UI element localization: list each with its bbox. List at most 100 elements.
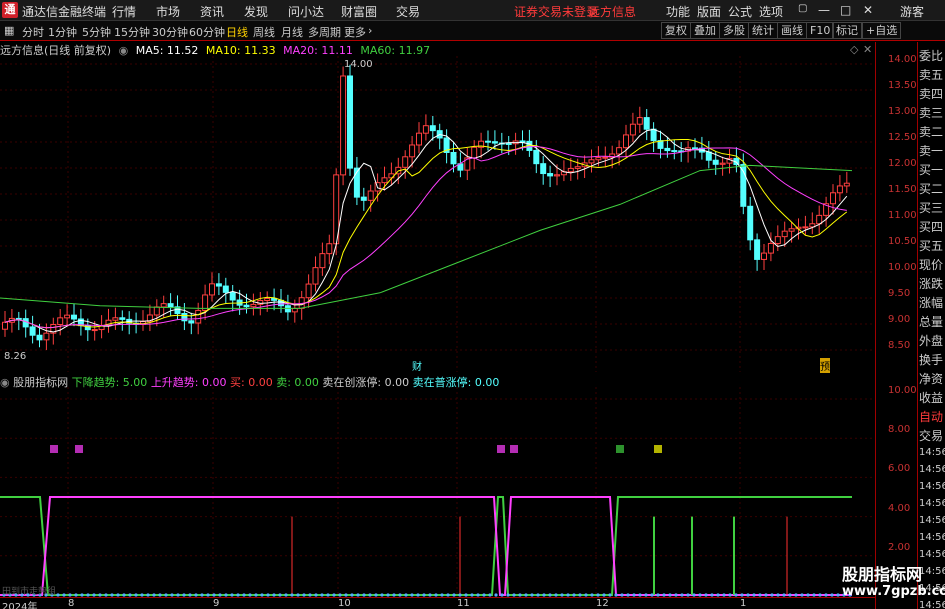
side-netasset[interactable]: 净资 xyxy=(919,370,943,387)
side-sell1[interactable]: 卖一 xyxy=(919,142,943,159)
side-weibi[interactable]: 委比 xyxy=(919,47,943,64)
marker-yu[interactable]: 预 xyxy=(820,358,830,373)
side-trade[interactable]: 交易 xyxy=(919,427,943,444)
more-chevron-icon[interactable]: › xyxy=(368,24,372,37)
side-price[interactable]: 现价 xyxy=(919,256,943,273)
candle-body xyxy=(153,306,160,316)
candle-body xyxy=(547,173,554,177)
side-turnover[interactable]: 换手 xyxy=(919,351,943,368)
side-buy3[interactable]: 买三 xyxy=(919,199,943,216)
btn-duogu[interactable]: 多股 xyxy=(719,22,749,39)
side-sell5[interactable]: 卖五 xyxy=(919,66,943,83)
side-auto[interactable]: 自动 xyxy=(919,408,943,425)
tab-multi[interactable]: 多周期 xyxy=(308,24,341,40)
candle-body xyxy=(767,242,774,254)
side-pct[interactable]: 涨幅 xyxy=(919,294,943,311)
menu-caifuquan[interactable]: 财富圈 xyxy=(341,3,377,20)
side-buy1[interactable]: 买一 xyxy=(919,161,943,178)
btn-huaxian[interactable]: 画线 xyxy=(777,22,807,39)
menu-faxian[interactable]: 发现 xyxy=(244,3,268,20)
tab-15min[interactable]: 15分钟 xyxy=(114,24,150,40)
candle-body xyxy=(222,285,229,293)
x-axis: 2024年 8 9 10 11 12 1 xyxy=(0,597,875,609)
signal-glyph xyxy=(497,445,505,453)
y-tick: 13.50 xyxy=(888,80,917,91)
candle-body xyxy=(574,166,581,169)
guest-label[interactable]: 游客 xyxy=(900,3,924,20)
menu-xuanxiang[interactable]: 选项 xyxy=(759,3,783,20)
menu-zixun[interactable]: 资讯 xyxy=(200,3,224,20)
title-bar: 通 通达信金融终端 行情 市场 资讯 发现 问小达 财富圈 交易 证券交易未登录… xyxy=(0,0,945,21)
y-tick: 12.00 xyxy=(888,158,917,169)
menu-gongneng[interactable]: 功能 xyxy=(666,3,690,20)
candle-body xyxy=(540,163,547,175)
side-buy2[interactable]: 买二 xyxy=(919,180,943,197)
candle-body xyxy=(312,267,319,285)
y-tick: 14.00 xyxy=(888,54,917,65)
indicator-chart[interactable] xyxy=(0,387,875,597)
diamond-icon[interactable]: ◇ xyxy=(850,43,858,56)
candlestick-chart[interactable] xyxy=(0,56,875,372)
minimize-icon[interactable]: — xyxy=(818,3,830,17)
candle-body xyxy=(160,303,167,308)
candle-body xyxy=(802,226,809,229)
side-sell2[interactable]: 卖二 xyxy=(919,123,943,140)
side-outer[interactable]: 外盘 xyxy=(919,332,943,349)
x-tick: 12 xyxy=(596,598,609,609)
close-panel-icon[interactable]: ✕ xyxy=(863,43,872,56)
menu-wenxiaoda[interactable]: 问小达 xyxy=(288,3,324,20)
side-sell3[interactable]: 卖三 xyxy=(919,104,943,121)
candle-body xyxy=(519,140,526,143)
btn-zixuan[interactable]: +自选 xyxy=(862,22,902,39)
candle-body xyxy=(692,147,698,150)
tab-5min[interactable]: 5分钟 xyxy=(82,24,111,40)
close-icon[interactable]: ✕ xyxy=(863,3,873,17)
marker-cai[interactable]: 财 xyxy=(412,358,422,373)
candle-body xyxy=(450,151,457,165)
side-change[interactable]: 涨跌 xyxy=(919,275,943,292)
candle-body xyxy=(250,303,257,308)
menu-jiaoyi[interactable]: 交易 xyxy=(396,3,420,20)
tab-fenshi[interactable]: 分时 xyxy=(22,24,44,40)
tab-daily[interactable]: 日线 xyxy=(226,24,248,40)
y-tick: 13.00 xyxy=(888,106,917,117)
btn-diejia[interactable]: 叠加 xyxy=(690,22,720,39)
side-buy5[interactable]: 买五 xyxy=(919,237,943,254)
menu-hangqing[interactable]: 行情 xyxy=(112,3,136,20)
ind-y-tick: 8.00 xyxy=(888,424,911,435)
side-time: 14:56 xyxy=(919,481,945,492)
tab-more[interactable]: 更多 xyxy=(344,24,366,40)
tab-60min[interactable]: 60分钟 xyxy=(189,24,225,40)
side-income[interactable]: 收益 xyxy=(919,389,943,406)
low-label: 8.26 xyxy=(4,351,27,362)
candle-body xyxy=(588,159,595,164)
candle-body xyxy=(836,185,843,194)
btn-biaoji[interactable]: 标记 xyxy=(832,22,862,39)
menu-banmian[interactable]: 版面 xyxy=(697,3,721,20)
login-status[interactable]: 证券交易未登录 xyxy=(514,3,598,20)
btn-tongji[interactable]: 统计 xyxy=(748,22,778,39)
tab-monthly[interactable]: 月线 xyxy=(281,24,303,40)
watermark: 股朋指标网 www.7gpzb.com xyxy=(842,566,945,600)
menu-shichang[interactable]: 市场 xyxy=(156,3,180,20)
side-time: 14:56 xyxy=(919,532,945,543)
maximize-icon[interactable]: □ xyxy=(840,3,851,17)
side-sell4[interactable]: 卖四 xyxy=(919,85,943,102)
grid-icon[interactable]: ▦ xyxy=(4,24,14,37)
x-tick: 2024年 xyxy=(2,602,38,609)
candle-body xyxy=(340,75,347,176)
up-trend-line xyxy=(0,496,852,596)
tab-1min[interactable]: 1分钟 xyxy=(48,24,77,40)
x-tick: 11 xyxy=(457,598,470,609)
tab-weekly[interactable]: 周线 xyxy=(253,24,275,40)
btn-f10[interactable]: F10 xyxy=(806,22,835,39)
side-buy4[interactable]: 买四 xyxy=(919,218,943,235)
restore-icon[interactable]: ▢ xyxy=(798,3,807,14)
candle-body xyxy=(91,329,98,332)
menu-gongshi[interactable]: 公式 xyxy=(728,3,752,20)
signal-glyph xyxy=(75,445,83,453)
side-volume[interactable]: 总量 xyxy=(919,313,943,330)
tab-30min[interactable]: 30分钟 xyxy=(152,24,188,40)
y-tick: 9.00 xyxy=(888,314,911,325)
btn-fuquan[interactable]: 复权 xyxy=(661,22,691,39)
